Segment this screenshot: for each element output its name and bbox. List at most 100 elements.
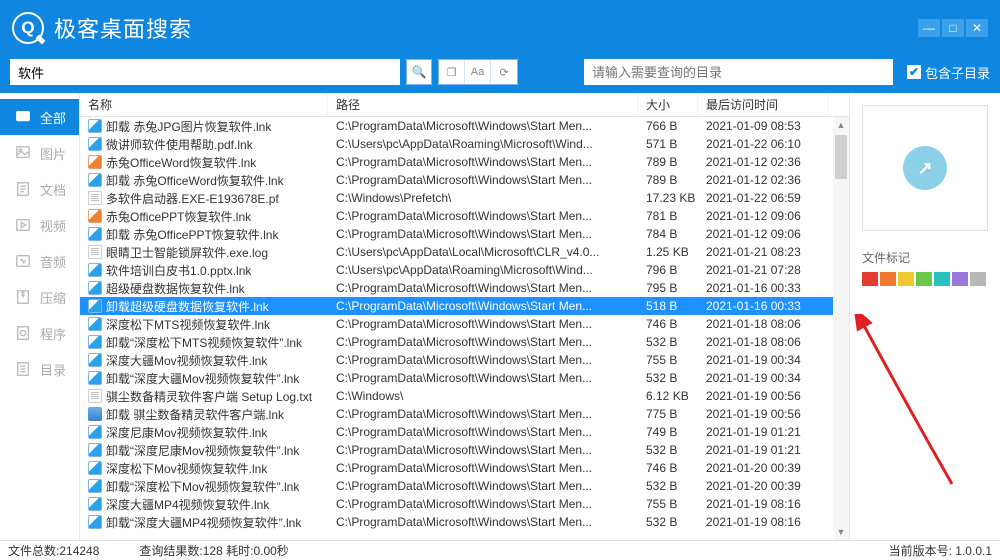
file-icon — [88, 263, 102, 277]
minimize-button[interactable]: — — [918, 19, 940, 37]
table-row[interactable]: 深度松下MTS视频恢复软件.lnk C:\ProgramData\Microso… — [80, 315, 849, 333]
color-tag-4[interactable] — [934, 272, 950, 286]
table-row[interactable]: 深度尼康Mov视频恢复软件.lnk C:\ProgramData\Microso… — [80, 423, 849, 441]
window-mode-icon[interactable]: ❐ — [439, 60, 465, 84]
table-header: 名称 路径 大小 最后访问时间 — [80, 93, 849, 117]
file-size: 781 B — [638, 209, 698, 223]
table-row[interactable]: 卸载“深度尼康Mov视频恢复软件”.lnk C:\ProgramData\Mic… — [80, 441, 849, 459]
table-row[interactable]: 赤兔OfficeWord恢复软件.lnk C:\ProgramData\Micr… — [80, 153, 849, 171]
table-row[interactable]: 微讲师软件使用帮助.pdf.lnk C:\Users\pc\AppData\Ro… — [80, 135, 849, 153]
file-path: C:\ProgramData\Microsoft\Windows\Start M… — [328, 317, 638, 331]
file-path: C:\ProgramData\Microsoft\Windows\Start M… — [328, 407, 638, 421]
file-date: 2021-01-16 00:33 — [698, 281, 828, 295]
table-row[interactable]: 深度大疆Mov视频恢复软件.lnk C:\ProgramData\Microso… — [80, 351, 849, 369]
search-input[interactable] — [10, 59, 400, 85]
file-date: 2021-01-16 00:33 — [698, 299, 828, 313]
file-name: 卸载“深度尼康Mov视频恢复软件”.lnk — [106, 442, 299, 459]
sidebar-item-2[interactable]: 文档 — [0, 171, 79, 207]
include-subdir-checkbox[interactable]: ✔ 包含子目录 — [907, 63, 990, 82]
table-row[interactable]: 深度大疆MP4视频恢复软件.lnk C:\ProgramData\Microso… — [80, 495, 849, 513]
table-row[interactable]: 卸载 赤兔OfficePPT恢复软件.lnk C:\ProgramData\Mi… — [80, 225, 849, 243]
color-tag-1[interactable] — [880, 272, 896, 286]
path-input[interactable] — [584, 59, 893, 85]
file-size: 746 B — [638, 317, 698, 331]
table-row[interactable]: 卸载“深度大疆Mov视频恢复软件”.lnk C:\ProgramData\Mic… — [80, 369, 849, 387]
file-icon — [88, 299, 102, 313]
table-row[interactable]: 多软件启动器.EXE-E193678E.pf C:\Windows\Prefet… — [80, 189, 849, 207]
case-toggle-icon[interactable]: Aa — [465, 60, 491, 84]
sidebar-icon — [14, 145, 32, 161]
table-body: 卸载 赤兔JPG图片恢复软件.lnk C:\ProgramData\Micros… — [80, 117, 849, 540]
file-size: 795 B — [638, 281, 698, 295]
color-tag-5[interactable] — [952, 272, 968, 286]
file-size: 796 B — [638, 263, 698, 277]
status-version-label: 当前版本号: — [889, 544, 952, 558]
maximize-button[interactable]: □ — [942, 19, 964, 37]
file-date: 2021-01-19 00:34 — [698, 371, 828, 385]
table-row[interactable]: 卸载 赤兔OfficeWord恢复软件.lnk C:\ProgramData\M… — [80, 171, 849, 189]
sidebar-item-6[interactable]: 程序 — [0, 315, 79, 351]
sidebar-item-4[interactable]: 音频 — [0, 243, 79, 279]
table-row[interactable]: 卸载超级硬盘数据恢复软件.lnk C:\ProgramData\Microsof… — [80, 297, 849, 315]
column-name[interactable]: 名称 — [80, 93, 328, 116]
color-tag-6[interactable] — [970, 272, 986, 286]
file-size: 789 B — [638, 155, 698, 169]
file-name: 深度大疆Mov视频恢复软件.lnk — [106, 352, 267, 369]
scrollbar[interactable]: ▲ ▼ — [833, 117, 849, 540]
file-date: 2021-01-09 08:53 — [698, 119, 828, 133]
table-row[interactable]: 赤兔OfficePPT恢复软件.lnk C:\ProgramData\Micro… — [80, 207, 849, 225]
scroll-up-icon[interactable]: ▲ — [833, 117, 849, 133]
search-button[interactable]: 🔍 — [406, 59, 432, 85]
sidebar-icon — [14, 217, 32, 233]
file-icon — [88, 173, 102, 187]
table-row[interactable]: 超级硬盘数据恢复软件.lnk C:\ProgramData\Microsoft\… — [80, 279, 849, 297]
refresh-icon[interactable]: ⟳ — [491, 60, 517, 84]
table-row[interactable]: 深度松下Mov视频恢复软件.lnk C:\ProgramData\Microso… — [80, 459, 849, 477]
sidebar-item-5[interactable]: 压缩 — [0, 279, 79, 315]
app-logo-icon: Q — [12, 12, 44, 44]
file-icon — [88, 425, 102, 439]
search-options-group: ❐ Aa ⟳ — [438, 59, 518, 85]
sidebar-label: 程序 — [40, 324, 66, 343]
color-tag-2[interactable] — [898, 272, 914, 286]
color-tag-3[interactable] — [916, 272, 932, 286]
file-date: 2021-01-19 00:56 — [698, 407, 828, 421]
table-row[interactable]: 卸载 骐尘数备精灵软件客户端.lnk C:\ProgramData\Micros… — [80, 405, 849, 423]
table-row[interactable]: 卸载“深度大疆MP4视频恢复软件”.lnk C:\ProgramData\Mic… — [80, 513, 849, 531]
close-button[interactable]: ✕ — [966, 19, 988, 37]
file-name: 卸载 赤兔JPG图片恢复软件.lnk — [106, 118, 271, 135]
sidebar: 全部图片文档视频音频压缩程序目录 — [0, 93, 80, 540]
file-name: 卸载 赤兔OfficePPT恢复软件.lnk — [106, 226, 278, 243]
scroll-down-icon[interactable]: ▼ — [833, 524, 849, 540]
file-date: 2021-01-19 00:34 — [698, 353, 828, 367]
sidebar-item-0[interactable]: 全部 — [0, 99, 79, 135]
column-path[interactable]: 路径 — [328, 93, 638, 116]
table-row[interactable]: 卸载“深度松下MTS视频恢复软件”.lnk C:\ProgramData\Mic… — [80, 333, 849, 351]
table-row[interactable]: 软件培训白皮书1.0.pptx.lnk C:\Users\pc\AppData\… — [80, 261, 849, 279]
file-date: 2021-01-22 06:59 — [698, 191, 828, 205]
file-name: 骐尘数备精灵软件客户端 Setup Log.txt — [106, 388, 312, 405]
table-row[interactable]: 骐尘数备精灵软件客户端 Setup Log.txt C:\Windows\ 6.… — [80, 387, 849, 405]
file-path: C:\ProgramData\Microsoft\Windows\Start M… — [328, 371, 638, 385]
file-size: 17.23 KB — [638, 191, 698, 205]
sidebar-icon — [14, 181, 32, 197]
table-row[interactable]: 卸载“深度松下Mov视频恢复软件”.lnk C:\ProgramData\Mic… — [80, 477, 849, 495]
sidebar-item-1[interactable]: 图片 — [0, 135, 79, 171]
file-name: 超级硬盘数据恢复软件.lnk — [106, 280, 245, 297]
column-size[interactable]: 大小 — [638, 93, 698, 116]
file-icon — [88, 191, 102, 205]
file-path: C:\ProgramData\Microsoft\Windows\Start M… — [328, 335, 638, 349]
file-size: 532 B — [638, 515, 698, 529]
file-date: 2021-01-12 09:06 — [698, 227, 828, 241]
file-size: 532 B — [638, 371, 698, 385]
table-row[interactable]: 眼睛卫士智能锁屏软件.exe.log C:\Users\pc\AppData\L… — [80, 243, 849, 261]
table-row[interactable]: 卸载 赤兔JPG图片恢复软件.lnk C:\ProgramData\Micros… — [80, 117, 849, 135]
sidebar-item-3[interactable]: 视频 — [0, 207, 79, 243]
column-date[interactable]: 最后访问时间 — [698, 93, 828, 116]
scroll-thumb[interactable] — [835, 135, 847, 179]
color-tag-0[interactable] — [862, 272, 878, 286]
sidebar-item-7[interactable]: 目录 — [0, 351, 79, 387]
status-total-label: 文件总数: — [8, 542, 59, 559]
file-date: 2021-01-12 09:06 — [698, 209, 828, 223]
file-size: 532 B — [638, 479, 698, 493]
